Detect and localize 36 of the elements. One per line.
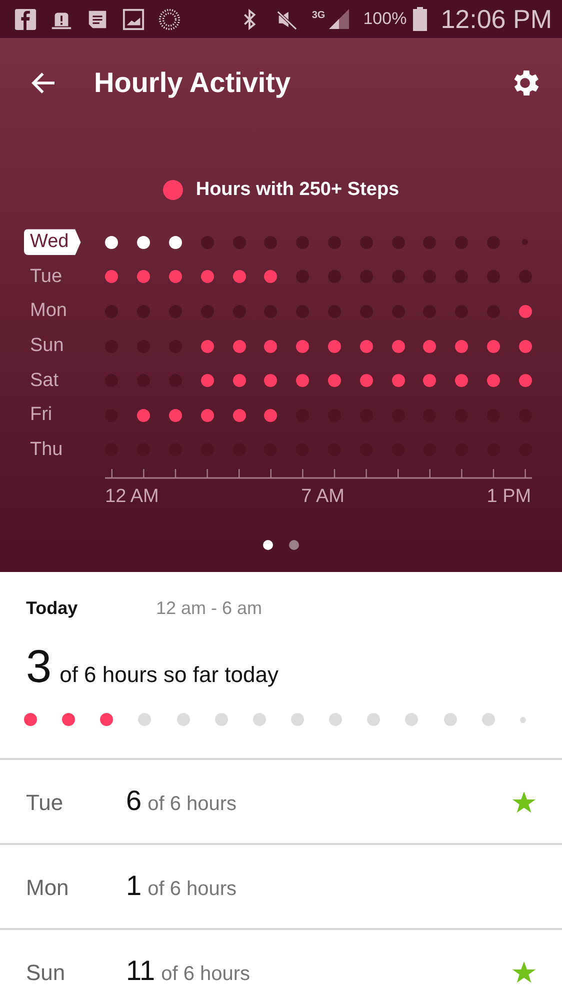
battery-percent: 100% [363, 9, 407, 29]
page-indicator-dot[interactable] [289, 540, 299, 550]
dotted-circle-icon [158, 8, 181, 30]
axis-label: 12 AM [105, 486, 159, 508]
signal-icon [327, 7, 352, 31]
legend-dot [162, 180, 183, 200]
clock: 12:06 PM [440, 4, 552, 34]
hours-count: 6 [126, 785, 142, 817]
axis-label: 7 AM [301, 486, 344, 508]
image-icon [122, 8, 145, 30]
hours-summary: of 6 hours so far today [60, 662, 278, 688]
day-name: Sun [26, 960, 66, 986]
page-indicator-dot[interactable] [263, 540, 273, 550]
today-label: Today [26, 598, 79, 619]
hours-count: 3 [26, 639, 52, 693]
hours-summary: of 6 hours [148, 878, 238, 901]
battery-icon [412, 7, 427, 31]
day-label[interactable]: Mon [24, 298, 73, 324]
hours-count: 1 [126, 870, 142, 902]
day-name: Mon [26, 875, 70, 901]
day-label[interactable]: Sun [24, 333, 70, 360]
network-type: 3G [312, 10, 326, 20]
hours-count: 11 [126, 955, 156, 987]
hours-summary: of 6 hours [161, 963, 252, 986]
day-label[interactable]: Fri [24, 402, 58, 428]
legend-label: Hours with 250+ Steps [196, 179, 400, 201]
app-icon [14, 8, 37, 30]
day-label[interactable]: Sat [24, 368, 65, 394]
hours-summary: of 6 hours [148, 793, 238, 816]
day-label[interactable]: Tue [24, 264, 68, 290]
time-range: 12 am - 6 am [156, 598, 262, 619]
day-label[interactable]: Thu [24, 436, 69, 463]
day-name: Tue [26, 790, 64, 816]
axis-label: 1 PM [486, 486, 532, 508]
day-label[interactable]: Wed [24, 229, 81, 256]
screen-title: Hourly Activity [94, 67, 292, 99]
